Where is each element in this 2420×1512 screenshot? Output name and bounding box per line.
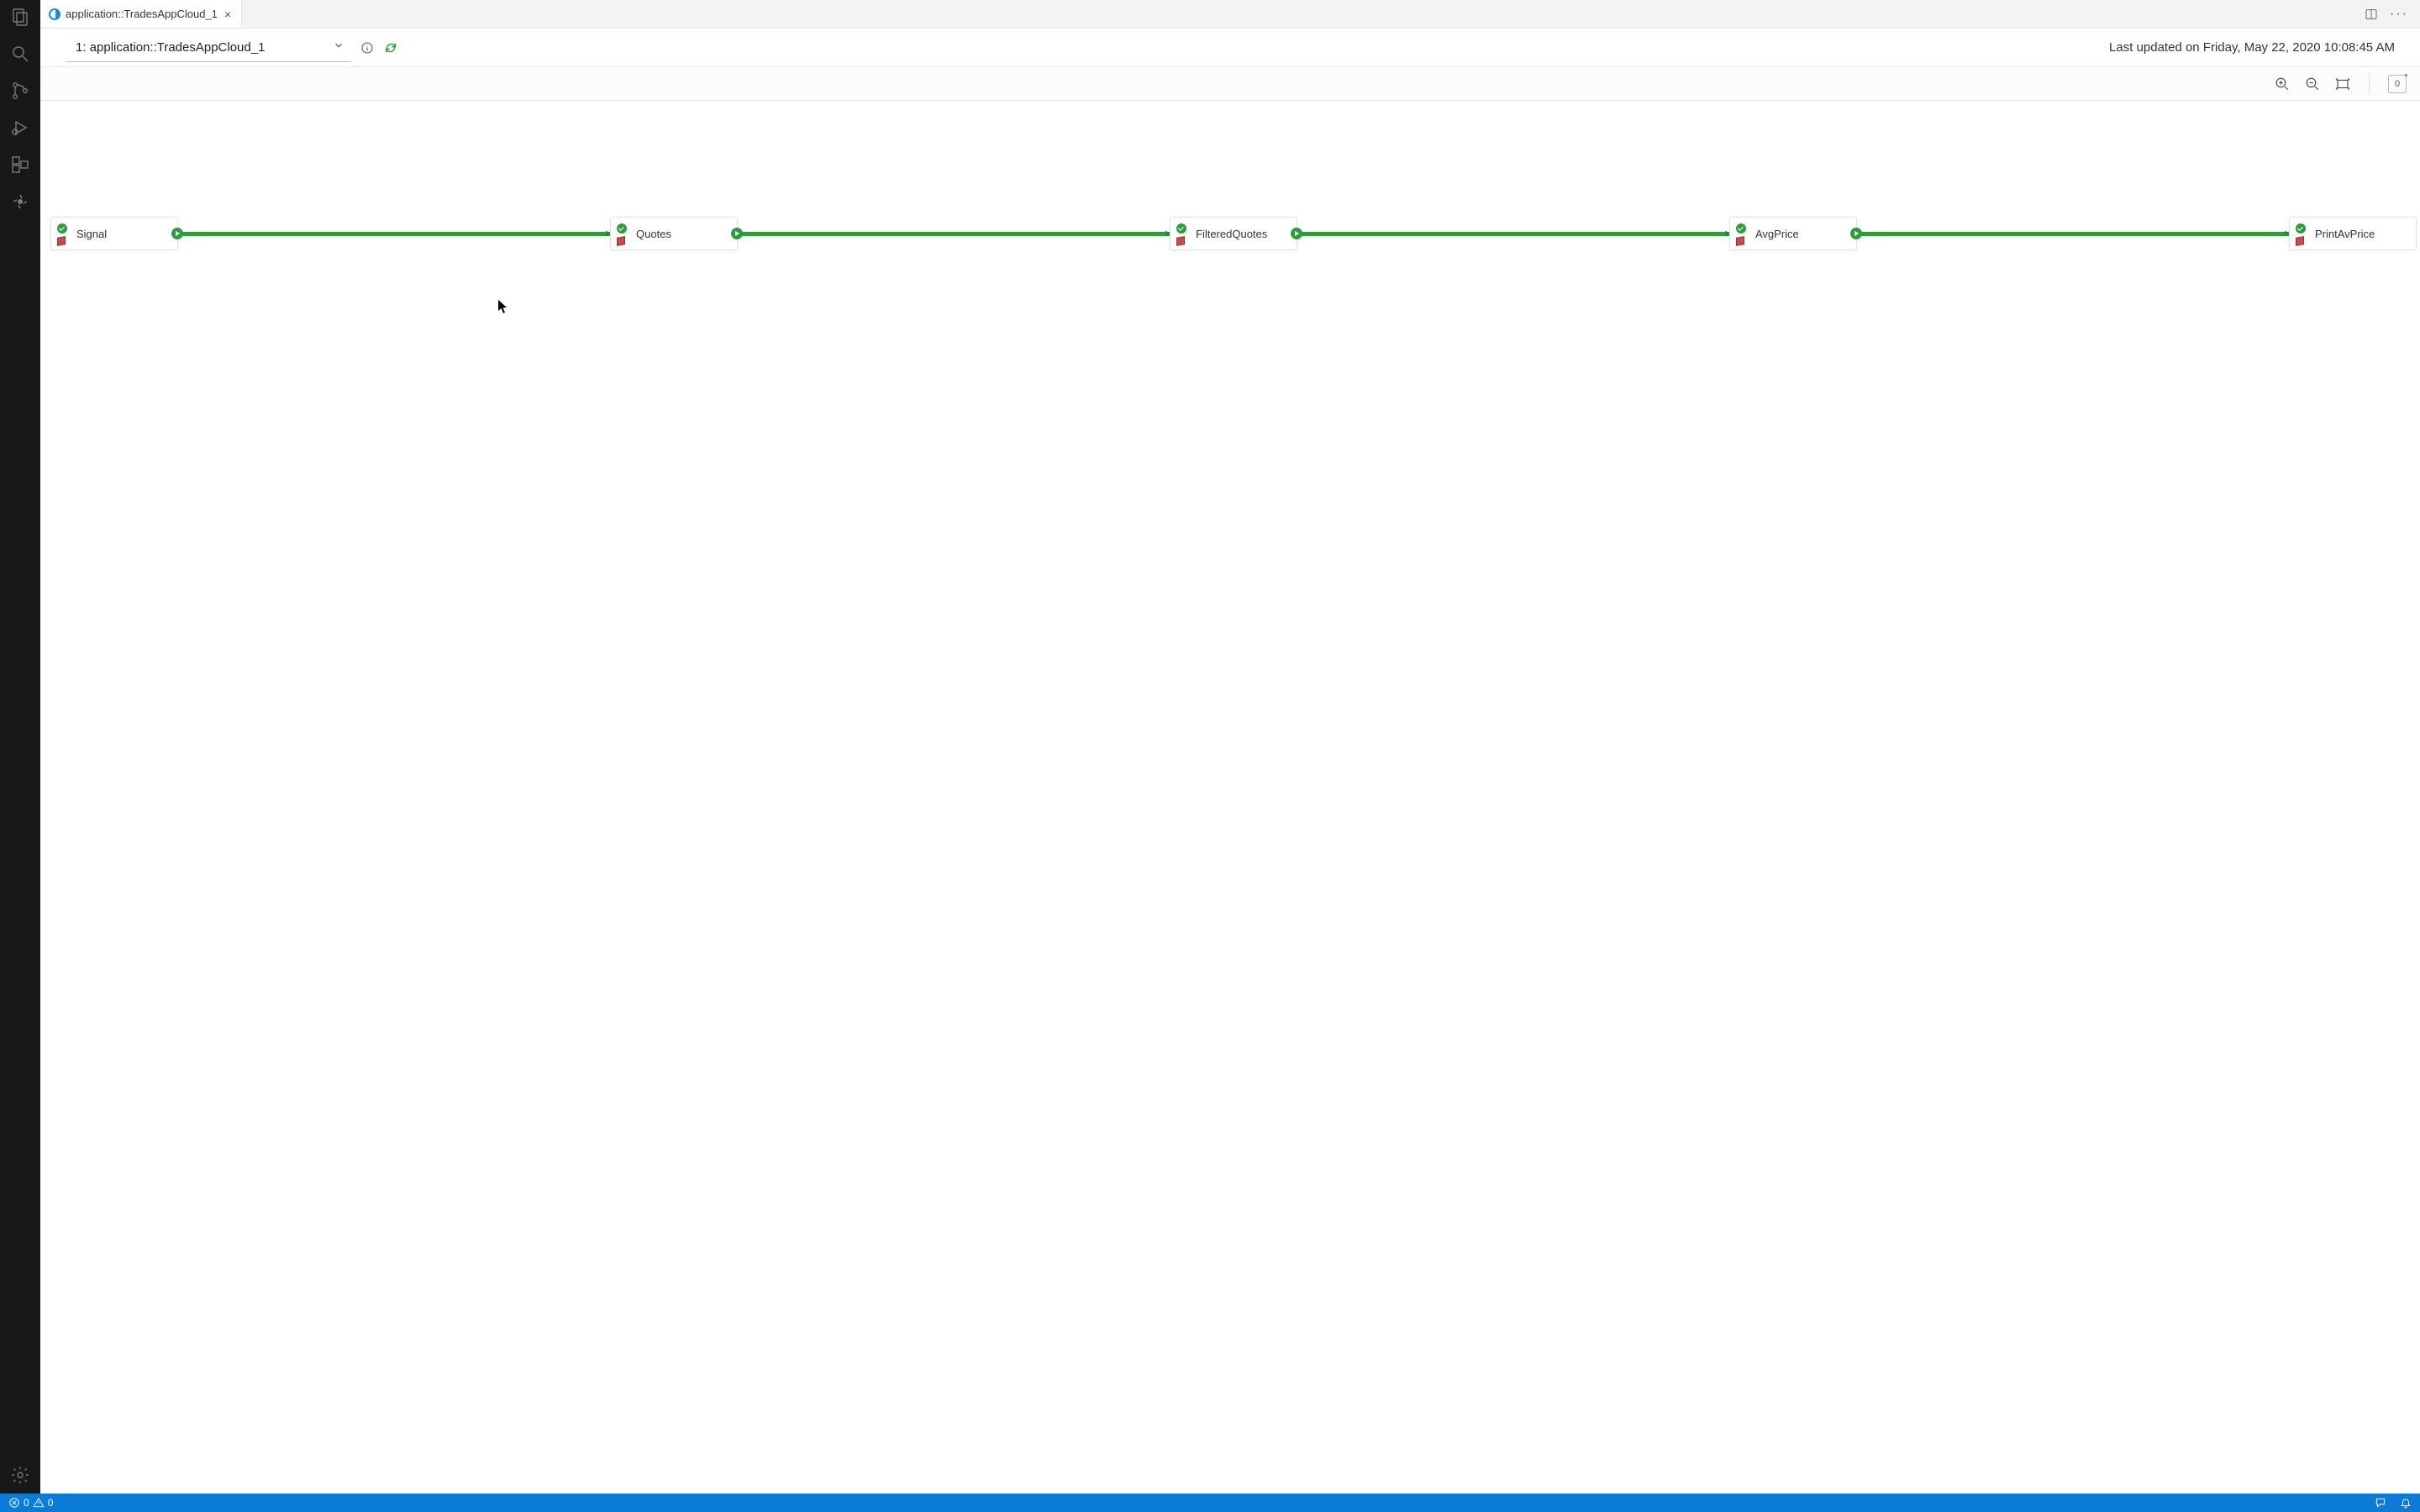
job-toolbar: 1: application::TradesAppCloud_1 Last up… [40, 29, 2420, 67]
data-badge-icon [2296, 236, 2304, 246]
graph-edge [1297, 232, 1730, 236]
graph-node-label: FilteredQuotes [1196, 228, 1267, 240]
mouse-cursor [497, 299, 509, 318]
separator [2369, 73, 2370, 95]
fit-screen-icon[interactable] [2335, 76, 2350, 92]
close-tab-icon[interactable]: × [223, 8, 233, 21]
input-port-icon[interactable]: › [1165, 227, 1169, 240]
status-ok-icon [57, 223, 67, 234]
graph-node-label: Quotes [636, 228, 671, 240]
activity-bar [0, 0, 40, 1494]
zoom-out-icon[interactable] [2305, 76, 2320, 92]
graph-node[interactable]: PrintAvPrice› [2289, 217, 2417, 250]
warnings-value: 0 [48, 1497, 54, 1509]
data-badge-icon [57, 236, 66, 246]
explorer-icon[interactable] [10, 7, 30, 27]
data-badge-icon [617, 236, 625, 246]
run-debug-icon[interactable] [10, 118, 30, 138]
input-port-icon[interactable]: › [2284, 227, 2288, 240]
streams-icon[interactable] [10, 192, 30, 212]
output-port-icon[interactable] [171, 228, 183, 239]
status-ok-icon [1176, 223, 1186, 234]
file-type-icon [49, 8, 60, 20]
last-updated-label: Last updated on Friday, May 22, 2020 10:… [2109, 40, 2395, 55]
flow-graph: SignalQuotes›FilteredQuotes›AvgPrice›Pri… [50, 208, 2417, 259]
output-port-icon[interactable] [1291, 228, 1302, 239]
graph-edge [737, 232, 1171, 236]
source-control-icon[interactable] [10, 81, 30, 101]
refresh-icon[interactable] [383, 40, 398, 55]
feedback-icon[interactable] [2375, 1497, 2386, 1509]
chevron-down-icon [333, 39, 345, 55]
zoom-toolbar: 0 [40, 67, 2420, 101]
graph-node-label: AvgPrice [1755, 228, 1799, 240]
graph-node[interactable]: Signal [50, 217, 178, 250]
graph-node-label: Signal [76, 228, 107, 240]
status-ok-icon [2296, 223, 2306, 234]
zoom-in-icon[interactable] [2275, 76, 2290, 92]
search-icon[interactable] [10, 44, 30, 64]
depth-value: 0 [2395, 79, 2400, 89]
more-actions-icon[interactable]: ··· [2390, 8, 2408, 21]
graph-edge [177, 232, 611, 236]
graph-node[interactable]: FilteredQuotes› [1170, 217, 1297, 250]
tab-title: application::TradesAppCloud_1 [66, 8, 218, 20]
editor-tab[interactable]: application::TradesAppCloud_1 × [40, 0, 242, 28]
editor-main: 1: application::TradesAppCloud_1 Last up… [40, 29, 2420, 1494]
output-port-icon[interactable] [1850, 228, 1862, 239]
graph-node-label: PrintAvPrice [2315, 228, 2375, 240]
input-port-icon[interactable]: › [605, 227, 609, 240]
extensions-icon[interactable] [10, 155, 30, 175]
output-port-icon[interactable] [731, 228, 743, 239]
split-editor-icon[interactable] [2365, 8, 2378, 21]
status-ok-icon [1736, 223, 1746, 234]
job-select-dropdown[interactable]: 1: application::TradesAppCloud_1 [66, 34, 351, 62]
status-bar: 0 0 [0, 1494, 2420, 1512]
depth-indicator[interactable]: 0 [2388, 75, 2407, 93]
graph-canvas[interactable]: SignalQuotes›FilteredQuotes›AvgPrice›Pri… [40, 101, 2420, 1494]
job-select-label: 1: application::TradesAppCloud_1 [76, 40, 265, 55]
errors-count[interactable]: 0 [8, 1497, 29, 1509]
graph-node[interactable]: Quotes› [610, 217, 738, 250]
status-ok-icon [617, 223, 627, 234]
graph-edge [1856, 232, 2290, 236]
errors-value: 0 [24, 1497, 29, 1509]
notifications-bell-icon[interactable] [2400, 1497, 2412, 1509]
graph-node[interactable]: AvgPrice› [1729, 217, 1857, 250]
settings-gear-icon[interactable] [10, 1465, 30, 1485]
info-icon[interactable] [360, 40, 375, 55]
data-badge-icon [1176, 236, 1185, 246]
warnings-count[interactable]: 0 [33, 1497, 54, 1509]
tab-bar: application::TradesAppCloud_1 × ··· [40, 0, 2420, 29]
data-badge-icon [1736, 236, 1744, 246]
input-port-icon[interactable]: › [1724, 227, 1728, 240]
